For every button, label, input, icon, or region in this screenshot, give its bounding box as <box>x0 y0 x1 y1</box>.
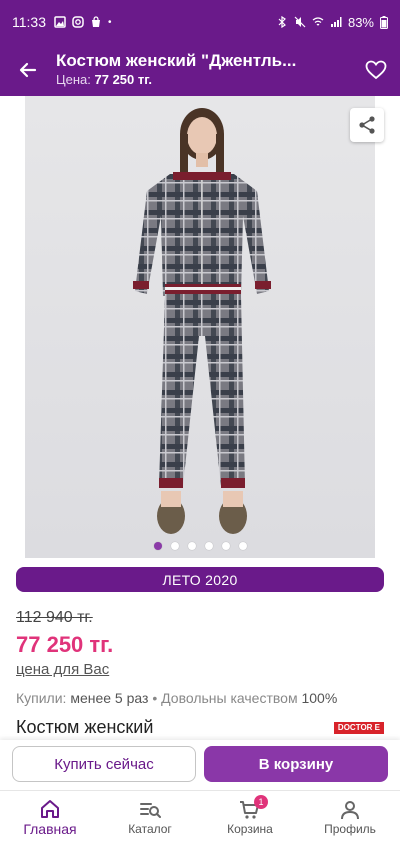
add-to-cart-button[interactable]: В корзину <box>204 746 388 782</box>
product-gallery[interactable] <box>0 96 400 558</box>
gallery-dot[interactable] <box>204 542 213 550</box>
status-bar: 11:33 • 83% <box>0 0 400 44</box>
gallery-pagination <box>0 542 400 550</box>
gallery-dot[interactable] <box>170 542 179 550</box>
nav-profile-label: Профиль <box>324 821 376 836</box>
gallery-icon <box>54 16 66 28</box>
nav-catalog[interactable]: Каталог <box>100 791 200 844</box>
stats-separator: • <box>152 690 158 706</box>
page-title: Костюм женский "Джентль... <box>56 51 297 70</box>
bluetooth-icon <box>278 16 286 28</box>
quality-label: Довольны качеством <box>161 690 298 706</box>
nav-cart-label: Корзина <box>227 821 273 836</box>
instagram-icon <box>72 16 84 28</box>
season-banner: ЛЕТО 2020 <box>16 567 384 592</box>
current-price: 77 250 тг. <box>16 632 114 657</box>
nav-cart[interactable]: 1 Корзина <box>200 791 300 844</box>
gallery-dot[interactable] <box>153 542 162 550</box>
old-price: 112 940 тг. <box>16 609 93 626</box>
quality-value: 100% <box>301 690 338 706</box>
bought-label: Купили: <box>16 690 67 706</box>
home-icon <box>41 799 59 818</box>
gallery-dot[interactable] <box>238 542 247 550</box>
purchase-stats: Купили: менее 5 раз • Довольны качеством… <box>16 690 337 706</box>
product-name: Костюм женский <box>16 717 154 737</box>
dot-icon: • <box>108 16 112 28</box>
brand-logo[interactable]: DOCTOR E <box>333 722 384 734</box>
mute-icon <box>294 16 306 28</box>
app-bar: Костюм женский "Джентль... Цена: 77 250 … <box>0 44 400 96</box>
buy-now-button[interactable]: Купить сейчас <box>12 746 196 782</box>
action-bar: Купить сейчас В корзину <box>0 740 400 790</box>
profile-icon <box>341 800 359 819</box>
header-titles: Костюм женский "Джентль... Цена: 77 250 … <box>56 51 352 89</box>
gallery-dot[interactable] <box>221 542 230 550</box>
cart-badge: 1 <box>254 795 268 809</box>
model-figure <box>133 108 271 534</box>
signal-icon <box>330 17 342 27</box>
favorite-button[interactable] <box>352 44 400 96</box>
wifi-icon <box>312 17 324 26</box>
shop-bag-icon <box>92 16 100 27</box>
personal-price-link[interactable]: цена для Вас <box>16 661 109 678</box>
catalog-search-icon <box>140 802 161 818</box>
share-button[interactable] <box>350 108 384 142</box>
header-price-value: 77 250 тг. <box>94 72 152 87</box>
arrow-left-icon <box>19 62 37 78</box>
bottom-navigation: Главная Каталог 1 Корзина Профиль <box>0 790 400 844</box>
bought-value: менее 5 раз <box>70 690 149 706</box>
nav-catalog-label: Каталог <box>128 821 172 836</box>
nav-home-label: Главная <box>23 820 77 837</box>
gallery-dot[interactable] <box>187 542 196 550</box>
back-button[interactable] <box>0 44 56 96</box>
status-time: 11:33 <box>12 14 46 30</box>
heart-icon <box>365 60 387 80</box>
nav-profile[interactable]: Профиль <box>300 791 400 844</box>
battery-icon <box>380 15 388 29</box>
nav-home[interactable]: Главная <box>0 791 100 844</box>
header-price: Цена: 77 250 тг. <box>56 71 352 89</box>
share-icon <box>359 116 375 134</box>
product-photo[interactable] <box>25 96 375 558</box>
battery-level: 83% <box>347 14 374 30</box>
header-price-label: Цена: <box>56 72 91 87</box>
